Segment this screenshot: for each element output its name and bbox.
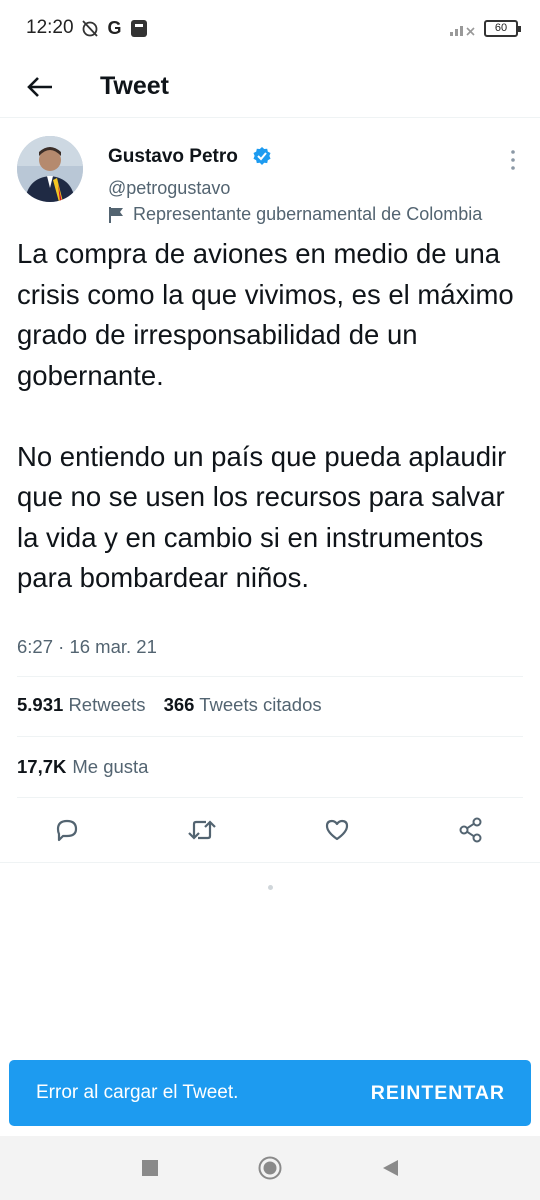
divider xyxy=(17,736,523,737)
author-name[interactable]: Gustavo Petro xyxy=(108,146,238,168)
author-handle[interactable]: @petrogustavo xyxy=(108,178,230,199)
share-icon xyxy=(459,817,482,843)
battery-level: 60 xyxy=(494,22,508,34)
back-nav-button[interactable] xyxy=(378,1156,402,1180)
home-circle-icon xyxy=(258,1156,282,1180)
tweet-text: La compra de aviones en medio de una cri… xyxy=(17,238,514,593)
battery-icon: 60 xyxy=(484,19,521,37)
arrow-left-icon xyxy=(27,76,52,97)
retweet-button[interactable] xyxy=(186,814,218,846)
likes-label: Me gusta xyxy=(72,756,149,777)
reply-button[interactable] xyxy=(51,814,83,846)
recents-button[interactable] xyxy=(138,1156,162,1180)
back-button[interactable] xyxy=(20,67,60,107)
retry-button[interactable]: REINTENTAR xyxy=(371,1082,505,1105)
tweet-author: Gustavo Petro @petrogustavo Representant… xyxy=(0,118,540,230)
tweet-detail: Gustavo Petro @petrogustavo Representant… xyxy=(0,118,540,657)
signal-icon xyxy=(450,26,475,36)
tweet-actions xyxy=(0,814,540,856)
error-snackbar: Error al cargar el Tweet. REINTENTAR xyxy=(9,1060,531,1126)
quotes-label: Tweets citados xyxy=(199,694,322,715)
square-icon xyxy=(142,1160,158,1176)
retweets-stat[interactable]: 5.931 Retweets xyxy=(17,694,146,716)
page-title: Tweet xyxy=(100,72,169,100)
like-button[interactable] xyxy=(321,814,353,846)
share-button[interactable] xyxy=(455,814,487,846)
likes-count: 17,7K xyxy=(17,756,67,777)
flag-icon xyxy=(109,206,123,223)
retweets-count: 5.931 xyxy=(17,694,64,715)
home-button[interactable] xyxy=(258,1156,282,1180)
retweet-icon xyxy=(188,820,216,840)
loading-indicator xyxy=(268,885,273,890)
status-notification-icons: G xyxy=(80,18,148,39)
more-vertical-icon[interactable] xyxy=(508,148,518,172)
reply-icon xyxy=(56,819,78,842)
snackbar-message: Error al cargar el Tweet. xyxy=(36,1082,239,1103)
government-label-text: Representante gubernamental de Colombia xyxy=(133,204,483,224)
app-notification-icon xyxy=(130,20,147,37)
quotes-count: 366 xyxy=(163,694,195,715)
heart-icon xyxy=(325,819,349,841)
divider xyxy=(17,676,523,677)
triangle-back-icon xyxy=(383,1160,398,1176)
divider xyxy=(0,862,540,863)
status-time: 12:20 xyxy=(26,17,74,38)
status-bar: 12:20 G 60 xyxy=(0,0,540,56)
retweets-label: Retweets xyxy=(68,694,146,715)
divider xyxy=(17,797,523,798)
likes-stats[interactable]: 17,7K Me gusta xyxy=(17,756,148,778)
quotes-stat[interactable]: 366 Tweets citados xyxy=(164,694,322,716)
system-navigation-bar xyxy=(0,1136,540,1200)
google-icon: G xyxy=(107,17,122,38)
status-system-icons: 60 xyxy=(448,19,521,37)
avatar-image xyxy=(17,136,83,202)
verified-badge-icon xyxy=(253,147,271,165)
government-label[interactable]: Representante gubernamental de Colombia xyxy=(108,204,482,225)
alarm-off-icon xyxy=(81,20,98,37)
tweet-timestamp[interactable]: 6:27 · 16 mar. 21 xyxy=(17,636,157,658)
app-header: Tweet xyxy=(0,56,540,118)
retweet-stats: 5.931 Retweets 366 Tweets citados xyxy=(17,694,322,716)
avatar[interactable] xyxy=(17,136,83,202)
